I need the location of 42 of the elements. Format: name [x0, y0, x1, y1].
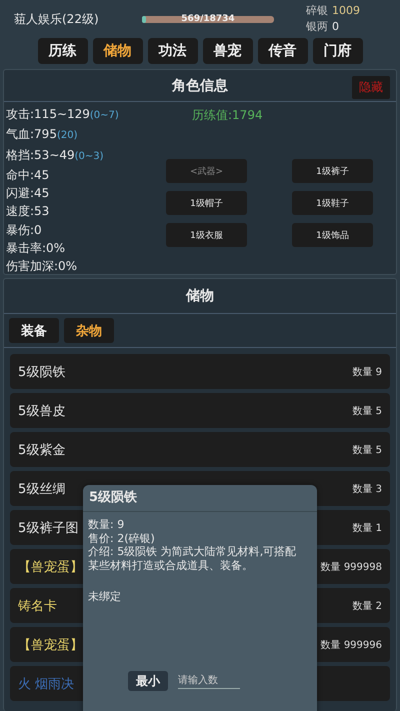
exp-bar: 569/18734 [142, 16, 274, 22]
item-name: 5级裤子图 [18, 520, 78, 536]
panel-title: 角色信息 [172, 76, 228, 94]
currency-value: 0 [332, 19, 339, 35]
currency-label: 碎银 [306, 3, 328, 19]
item-count: 数量 3 [352, 482, 382, 496]
item-name: 5级陨铁 [18, 364, 66, 380]
item-name: 铸名卡 [18, 598, 57, 614]
stat-text: 速度:53 [6, 204, 50, 218]
stat-text: 闪避:45 [6, 186, 50, 200]
item-count: 数量 999998 [320, 560, 382, 574]
player-name: 莥人娱乐(22级) [14, 10, 100, 28]
item-count: 数量 5 [352, 404, 382, 418]
item-name: 火 烟雨决 [18, 676, 74, 692]
experience-value: 历练值:1794 [192, 107, 263, 124]
stat-bonus: (0~7) [90, 110, 119, 121]
stat-bonus: (20) [56, 130, 78, 142]
item-count: 数量 9 [352, 366, 382, 378]
stat-text: 格挡:53~49 [6, 148, 75, 162]
item-detail: 售价: 2(碎银) [88, 532, 156, 545]
stat-bonus: (0~3) [74, 150, 104, 162]
stat-text: 攻击:115~129 [6, 107, 90, 121]
item-count: 数量 1 [352, 522, 382, 534]
item-name: 5级丝绸 [18, 480, 66, 498]
panel-title: 储物 [186, 287, 214, 305]
item-name: 【兽宠蛋】 [18, 636, 83, 654]
item-count: 数量 5 [352, 444, 382, 456]
stat-text: 暴伤:0 [6, 222, 42, 237]
stat-text: 气血:795 [6, 127, 57, 142]
stat-text: 暴击率:0% [6, 241, 66, 256]
dialog-title: 5级陨铁 [83, 485, 317, 512]
stat-text: 命中:45 [6, 168, 50, 182]
item-detail: 数量: 9 [88, 518, 126, 532]
item-count: 数量 2 [352, 600, 382, 612]
item-name: 5级紫金 [18, 442, 66, 458]
item-count: 数量 999996 [320, 638, 382, 652]
currency-label: 银两 [306, 19, 328, 35]
stat-text: 伤害加深:0% [6, 259, 78, 274]
item-name: 5级兽皮 [18, 402, 66, 420]
binding-status: 未绑定 [88, 589, 122, 604]
currency-value: 1009 [332, 3, 360, 19]
item-name: 【兽宠蛋】 [18, 558, 83, 576]
